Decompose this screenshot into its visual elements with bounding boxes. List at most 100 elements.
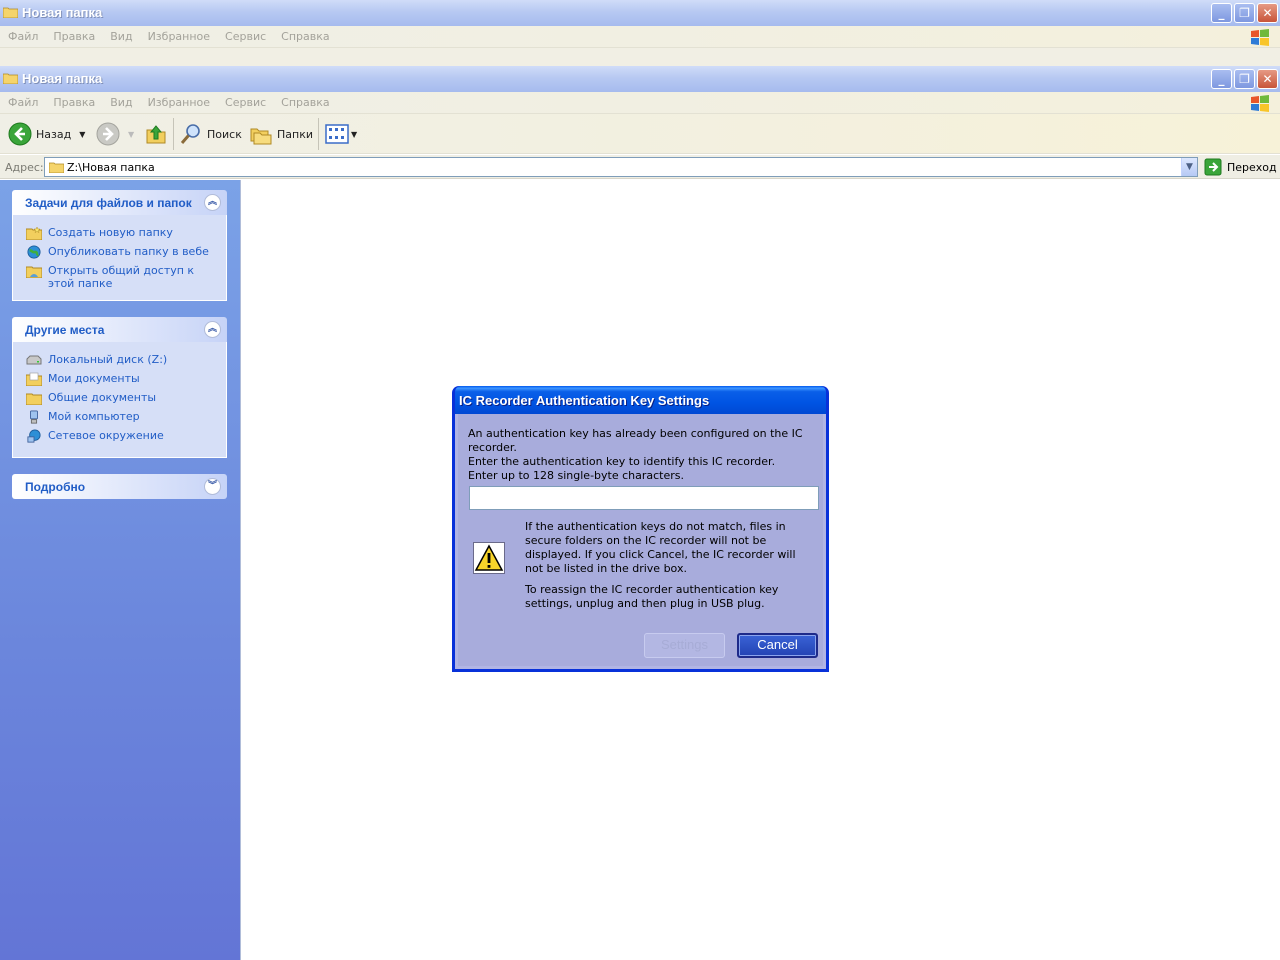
details-header[interactable]: Подробно ︾ (12, 474, 227, 499)
restore-button[interactable]: ❐ (1234, 3, 1255, 23)
back-dropdown-icon[interactable]: ▼ (79, 130, 85, 139)
menu-edit[interactable]: Правка (45, 26, 102, 43)
back-label: Назад (36, 127, 72, 141)
back-arrow-icon (8, 122, 32, 146)
menu-view[interactable]: Вид (102, 92, 139, 109)
other-places-header[interactable]: Другие места ︽ (12, 317, 227, 342)
search-icon (180, 124, 200, 144)
place-my-computer[interactable]: Мой компьютер (13, 407, 226, 426)
file-tasks-header[interactable]: Задачи для файлов и папок ︽ (12, 190, 227, 215)
forward-dropdown-icon[interactable]: ▼ (128, 130, 134, 139)
address-label: Адрес: (5, 161, 44, 174)
restore-button[interactable]: ❐ (1234, 69, 1255, 89)
task-publish-web[interactable]: Опубликовать папку в вебе (13, 242, 226, 261)
up-folder-icon (146, 125, 166, 144)
warning-text: If the authentication keys do not match,… (525, 520, 810, 611)
place-label: Мои документы (48, 372, 140, 385)
menubar: Файл Правка Вид Избранное Сервис Справка (0, 92, 1280, 114)
message-line: Enter up to 128 single-byte characters. (468, 469, 685, 482)
new-folder-icon (26, 226, 42, 240)
toolbar-separator (173, 118, 174, 150)
menu-help[interactable]: Справка (273, 92, 336, 109)
warning-icon (473, 542, 505, 574)
minimize-button[interactable]: _ (1211, 69, 1232, 89)
collapse-chevron-up-icon[interactable]: ︽ (204, 321, 221, 338)
toolbar: Назад ▼ ▼ Поиск Папки ▼ (0, 114, 1280, 154)
file-tasks-panel: Задачи для файлов и папок ︽ Создать нову… (12, 190, 227, 301)
my-computer-icon (30, 410, 38, 424)
address-input[interactable]: Z:\Новая папка ▼ (44, 157, 1198, 177)
collapse-chevron-up-icon[interactable]: ︽ (204, 194, 221, 211)
address-dropdown-icon[interactable]: ▼ (1181, 158, 1197, 176)
details-title: Подробно (25, 480, 86, 494)
place-label: Сетевое окружение (48, 429, 164, 442)
share-folder-icon (26, 266, 42, 278)
file-tasks-title: Задачи для файлов и папок (25, 196, 192, 210)
menu-file[interactable]: Файл (0, 92, 45, 109)
settings-button[interactable]: Settings (644, 633, 725, 658)
go-button[interactable]: Переход (1204, 158, 1277, 176)
auth-key-dialog: IC Recorder Authentication Key Settings … (452, 386, 829, 672)
place-label: Локальный диск (Z:) (48, 353, 168, 366)
address-bar: Адрес: Z:\Новая папка ▼ Переход (0, 155, 1280, 179)
task-share-folder[interactable]: Открыть общий доступ к этой папке (13, 261, 226, 293)
expand-chevron-down-icon[interactable]: ︾ (204, 478, 221, 495)
forward-arrow-icon (96, 122, 120, 146)
details-panel: Подробно ︾ (12, 474, 227, 499)
menu-favorites[interactable]: Избранное (140, 26, 217, 43)
windows-logo-icon (1251, 29, 1269, 46)
search-button[interactable]: Поиск (179, 121, 242, 147)
place-label: Общие документы (48, 391, 157, 404)
window-titlebar[interactable]: Новая папка _ ❐ ✕ (0, 66, 1280, 92)
address-value: Z:\Новая папка (67, 161, 155, 174)
go-arrow-icon (1204, 158, 1222, 176)
up-folder-button[interactable] (144, 121, 168, 147)
my-documents-icon (26, 372, 42, 386)
forward-button[interactable]: ▼ (96, 121, 134, 147)
warning-paragraph: If the authentication keys do not match,… (525, 520, 796, 575)
close-button[interactable]: ✕ (1257, 69, 1278, 89)
message-line: An authentication key has already been c… (468, 427, 803, 454)
folders-button[interactable]: Папки (249, 121, 313, 147)
back-button[interactable]: Назад ▼ (8, 121, 85, 147)
place-local-disk[interactable]: Локальный диск (Z:) (13, 350, 226, 369)
dialog-message: An authentication key has already been c… (468, 427, 823, 483)
folders-icon (250, 128, 272, 145)
task-new-folder[interactable]: Создать новую папку (13, 223, 226, 242)
window-title: Новая папка (22, 71, 103, 86)
close-button[interactable]: ✕ (1257, 3, 1278, 23)
dialog-body: An authentication key has already been c… (455, 414, 826, 669)
menu-file[interactable]: Файл (0, 26, 45, 43)
warning-paragraph: To reassign the IC recorder authenticati… (525, 583, 779, 610)
back-window-titlebar[interactable]: Новая папка _ ❐ ✕ (0, 0, 1280, 26)
go-label: Переход (1227, 160, 1277, 174)
place-my-documents[interactable]: Мои документы (13, 369, 226, 388)
auth-key-input[interactable] (469, 486, 819, 510)
views-grid-icon (325, 124, 349, 144)
place-shared-documents[interactable]: Общие документы (13, 388, 226, 407)
other-places-title: Другие места (25, 323, 105, 337)
dialog-title[interactable]: IC Recorder Authentication Key Settings (455, 386, 826, 414)
views-dropdown-icon: ▼ (351, 129, 358, 139)
search-label: Поиск (207, 127, 242, 141)
views-button[interactable]: ▼ (325, 121, 357, 147)
folder-icon (3, 7, 18, 18)
task-label: Открыть общий доступ к этой папке (48, 264, 195, 290)
menu-tools[interactable]: Сервис (217, 26, 273, 43)
menu-tools[interactable]: Сервис (217, 92, 273, 109)
menu-view[interactable]: Вид (102, 26, 139, 43)
back-window-title: Новая папка (22, 5, 103, 20)
drive-icon (26, 355, 42, 365)
cancel-button[interactable]: Cancel (737, 633, 818, 658)
windows-logo-icon (1251, 95, 1269, 112)
place-network[interactable]: Сетевое окружение (13, 426, 226, 445)
publish-web-icon (27, 245, 41, 259)
minimize-button[interactable]: _ (1211, 3, 1232, 23)
task-pane: Задачи для файлов и папок ︽ Создать нову… (0, 180, 241, 960)
folder-icon (3, 73, 18, 84)
back-window-menubar: Файл Правка Вид Избранное Сервис Справка (0, 26, 1280, 48)
menu-help[interactable]: Справка (273, 26, 336, 43)
menu-edit[interactable]: Правка (45, 92, 102, 109)
menu-favorites[interactable]: Избранное (140, 92, 217, 109)
back-window-toolbar-strip (0, 48, 1280, 66)
